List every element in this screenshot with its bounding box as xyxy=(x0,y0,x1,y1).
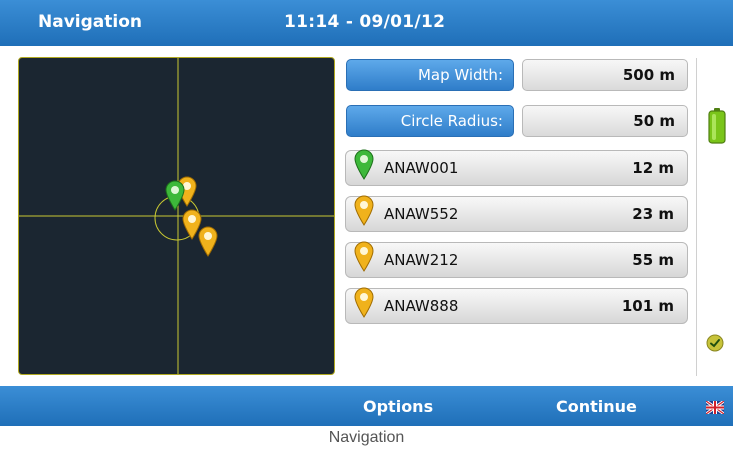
target-distance: 23 m xyxy=(632,205,674,223)
target-distance: 101 m xyxy=(621,297,674,315)
target-name: ANAW552 xyxy=(384,205,459,223)
options-button[interactable]: Options xyxy=(363,397,433,416)
title-bar: Navigation 11:14 - 09/01/12 xyxy=(0,0,733,46)
pin-icon xyxy=(353,194,375,230)
pin-icon xyxy=(353,148,375,184)
divider xyxy=(696,58,697,376)
map-pin-anaw888[interactable] xyxy=(197,225,219,257)
circle-radius-value[interactable]: 50 m xyxy=(522,105,688,137)
radar-overlay xyxy=(19,58,334,374)
target-distance: 55 m xyxy=(632,251,674,269)
pin-icon xyxy=(353,240,375,276)
radar-map[interactable] xyxy=(18,57,335,375)
pin-icon xyxy=(353,286,375,322)
caption: Navigation xyxy=(328,429,405,446)
map-width-value[interactable]: 500 m xyxy=(522,59,688,91)
clock-datetime: 11:14 - 09/01/12 xyxy=(284,12,446,32)
map-pin-anaw001[interactable] xyxy=(164,179,186,211)
target-name: ANAW888 xyxy=(384,297,459,315)
map-width-button[interactable]: Map Width: xyxy=(346,59,514,91)
target-row-anaw212[interactable]: ANAW212 55 m xyxy=(345,240,688,278)
target-name: ANAW001 xyxy=(384,159,459,177)
battery-icon xyxy=(708,108,726,148)
page-title: Navigation xyxy=(38,12,142,32)
target-row-anaw888[interactable]: ANAW888 101 m xyxy=(345,286,688,324)
circle-radius-button[interactable]: Circle Radius: xyxy=(346,105,514,137)
target-name: ANAW212 xyxy=(384,251,459,269)
soft-key-bar: Options Continue xyxy=(0,386,733,426)
target-distance: 12 m xyxy=(632,159,674,177)
check-icon xyxy=(706,334,724,356)
continue-button[interactable]: Continue xyxy=(556,397,637,416)
target-row-anaw552[interactable]: ANAW552 23 m xyxy=(345,194,688,232)
target-row-anaw001[interactable]: ANAW001 12 m xyxy=(345,148,688,186)
uk-flag-icon[interactable] xyxy=(705,399,725,418)
